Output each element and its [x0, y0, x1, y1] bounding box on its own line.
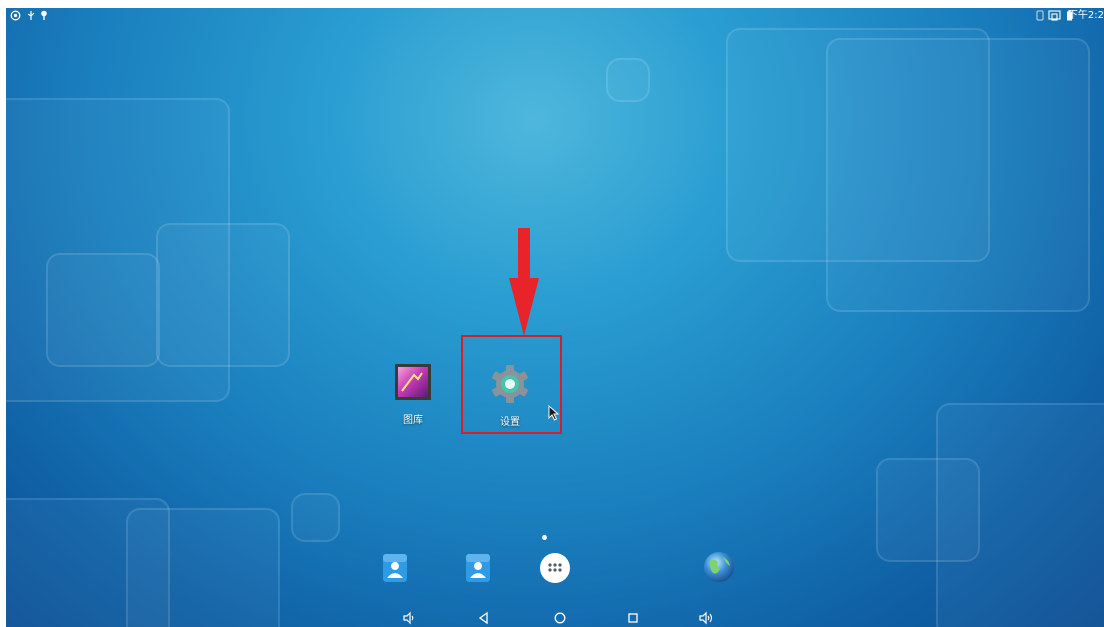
dock-contacts-2[interactable]: [461, 551, 495, 585]
wallpaper-decoration: [826, 38, 1090, 312]
app-gallery[interactable]: 图库: [383, 361, 443, 426]
volume-down-button[interactable]: [401, 610, 417, 626]
volume-down-icon: [403, 611, 414, 625]
back-button[interactable]: [476, 610, 492, 626]
contacts-icon: [466, 554, 490, 582]
wallpaper-decoration: [46, 253, 160, 367]
wallpaper-decoration: [291, 493, 340, 542]
recents-icon: [628, 613, 638, 623]
app-label: 图库: [403, 415, 423, 426]
screen-cast-icon: [1048, 10, 1061, 22]
recents-button[interactable]: [625, 610, 641, 626]
wallpaper-decoration: [156, 223, 290, 367]
page-indicator-dot: [542, 535, 547, 540]
wallpaper-decoration: [126, 508, 280, 627]
volume-up-button[interactable]: [698, 610, 714, 626]
home-button[interactable]: [552, 610, 568, 626]
app-drawer-icon: [540, 553, 570, 583]
volume-up-icon: [699, 611, 713, 625]
wallpaper-decoration: [876, 458, 980, 562]
status-bar: 下午2:2: [6, 8, 1104, 26]
status-clock: 下午2:2: [1067, 10, 1104, 21]
wallpaper-decoration: [606, 58, 650, 102]
home-icon: [554, 612, 566, 624]
gallery-icon: [395, 364, 431, 400]
dock-contacts[interactable]: [378, 551, 412, 585]
dock-all-apps[interactable]: [538, 551, 572, 585]
app-settings[interactable]: 设置: [480, 363, 540, 428]
red-arrow-annotation: [509, 228, 539, 336]
app-label: 设置: [500, 417, 520, 428]
home-screen: 下午2:2 图库 设置: [6, 8, 1104, 627]
contacts-icon: [383, 554, 407, 582]
sim-icon: [1036, 10, 1044, 22]
android-debug-icon: [10, 10, 21, 22]
mouse-cursor-icon: [548, 405, 560, 421]
location-pin-icon: [40, 10, 48, 22]
back-icon: [478, 611, 488, 625]
globe-icon: [704, 552, 734, 582]
usb-icon: [26, 10, 36, 22]
gear-icon: [492, 365, 528, 403]
dock-browser[interactable]: [701, 549, 735, 583]
